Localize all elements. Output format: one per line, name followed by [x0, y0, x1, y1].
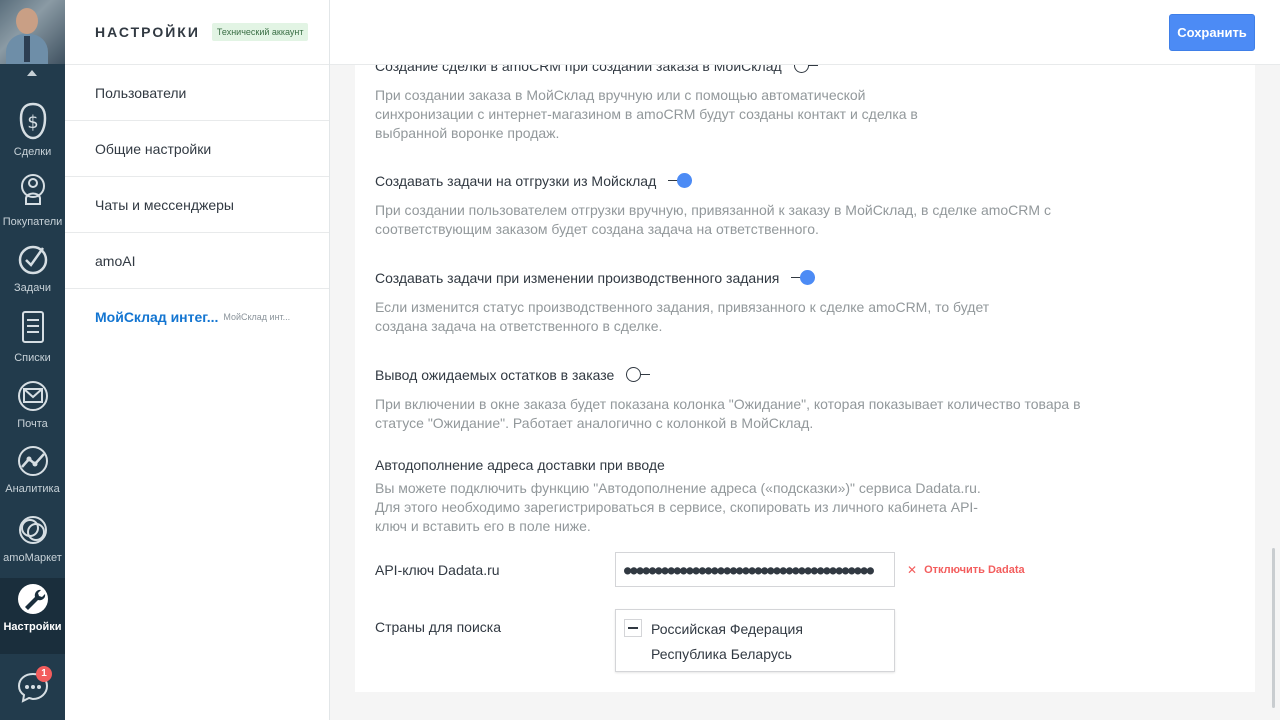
shipment-tasks-toggle[interactable] — [668, 173, 694, 189]
page-scrollbar[interactable] — [1272, 548, 1275, 708]
nav-item-lists[interactable]: Списки — [0, 308, 65, 374]
nav-item-analytics[interactable]: Аналитика — [0, 443, 65, 509]
sidebar-title: НАСТРОЙКИ — [95, 24, 200, 40]
nav-label-deals: Сделки — [13, 146, 52, 158]
nav-label-lists: Списки — [14, 352, 51, 364]
mail-icon — [17, 381, 48, 411]
setting-description: При создании заказа в МойСклад вручную и… — [375, 87, 918, 141]
country-option[interactable]: Республика Беларусь — [651, 646, 792, 662]
create-deal-toggle[interactable] — [793, 65, 820, 74]
nav-label-market: amoМаркет — [3, 552, 62, 564]
collapse-minus-icon[interactable] — [624, 619, 642, 637]
expected-stock-toggle[interactable] — [626, 367, 652, 383]
sidebar-item-label: Пользователи — [95, 84, 187, 101]
disconnect-dadata-link[interactable]: ✕ Отключить Dadata — [907, 563, 1025, 577]
api-key-label: API-ключ Dadata.ru — [375, 562, 500, 578]
settings-icon — [17, 584, 48, 614]
nav-item-settings[interactable]: Настройки — [0, 578, 65, 654]
production-tasks-toggle[interactable] — [791, 270, 817, 286]
nav-item-market[interactable]: amoМаркет — [0, 512, 65, 578]
nav-label-settings: Настройки — [3, 621, 62, 633]
integration-settings-panel: Создание сделки в amoCRM при создании за… — [355, 65, 1255, 692]
avatar-face — [16, 8, 38, 34]
svg-text:$: $ — [27, 112, 38, 133]
setting-tasks-on-production-change: Создавать задачи при изменении производс… — [375, 268, 1095, 336]
chat-badge: 1 — [36, 666, 52, 682]
top-bar: Сохранить — [330, 0, 1280, 65]
save-button[interactable]: Сохранить — [1169, 14, 1255, 51]
setting-expected-stock: Вывод ожидаемых остатков в заказе При вк… — [375, 365, 1095, 433]
sidebar-item-label: Чаты и мессенджеры — [95, 196, 234, 213]
sidebar-item-chats-messengers[interactable]: Чаты и мессенджеры — [65, 177, 329, 233]
lists-icon — [21, 311, 44, 343]
sidebar-item-label: amoAI — [95, 252, 136, 269]
nav-item-customers[interactable]: Покупатели — [0, 172, 65, 238]
avatar[interactable] — [0, 0, 65, 64]
avatar-tie — [24, 36, 30, 62]
setting-tasks-on-shipments: Создавать задачи на отгрузки из Мойсклад… — [375, 171, 1095, 239]
setting-address-autocomplete: Автодополнение адреса доставки при вводе… — [375, 455, 1095, 536]
nav-label-tasks: Задачи — [14, 282, 51, 294]
left-navigation: $ Сделки Покупатели Задачи Списки Почта … — [0, 0, 65, 720]
sidebar-item-label: Общие настройки — [95, 140, 212, 157]
analytics-icon — [17, 446, 48, 476]
search-countries-label: Страны для поиска — [375, 619, 501, 635]
settings-sidebar: НАСТРОЙКИ Технический аккаунт Пользовате… — [65, 0, 330, 720]
customers-icon — [20, 174, 45, 205]
nav-scroll-up-icon[interactable] — [27, 70, 37, 76]
setting-description: При включении в окне заказа будет показа… — [375, 396, 1081, 431]
market-icon — [18, 516, 47, 544]
sidebar-item-users[interactable]: Пользователи — [65, 65, 329, 121]
country-option[interactable]: Российская Федерация — [651, 621, 803, 637]
setting-description: Если изменится статус производственного … — [375, 299, 990, 334]
api-key-input[interactable] — [615, 552, 895, 587]
sidebar-item-general-settings[interactable]: Общие настройки — [65, 121, 329, 177]
setting-description: Вы можете подключить функцию "Автодополн… — [375, 480, 981, 534]
sidebar-item-amoai[interactable]: amoAI — [65, 233, 329, 289]
disconnect-dadata-label: Отключить Dadata — [924, 564, 1025, 576]
close-icon: ✕ — [907, 563, 918, 577]
setting-title: Создавать задачи при изменении производс… — [375, 270, 780, 286]
setting-title: Создание сделки в amoCRM при создании за… — [375, 65, 782, 74]
nav-label-customers: Покупатели — [2, 216, 63, 228]
setting-title: Создавать задачи на отгрузки из Мойсклад — [375, 173, 657, 189]
nav-label-analytics: Аналитика — [5, 483, 60, 495]
nav-item-mail[interactable]: Почта — [0, 378, 65, 444]
sidebar-item-moysklad-integration[interactable]: МойСклад интег... МойСклад инт... — [65, 289, 329, 345]
sidebar-item-sublabel: МойСклад инт... — [223, 312, 291, 322]
nav-item-tasks[interactable]: Задачи — [0, 242, 65, 308]
nav-label-mail: Почта — [17, 418, 48, 430]
tasks-icon — [18, 245, 47, 275]
countries-select[interactable]: Российская Федерация Республика Беларусь — [615, 609, 895, 672]
nav-item-deals[interactable]: $ Сделки — [0, 100, 65, 166]
sidebar-header: НАСТРОЙКИ Технический аккаунт — [65, 0, 329, 65]
setting-create-deal-on-order: Создание сделки в amoCRM при создании за… — [375, 65, 1095, 143]
setting-title: Вывод ожидаемых остатков в заказе — [375, 367, 615, 383]
setting-description: При создании пользователем отгрузки вруч… — [375, 202, 1051, 237]
sidebar-item-label: МойСклад интег... — [95, 309, 219, 325]
technical-account-badge: Технический аккаунт — [211, 23, 309, 41]
setting-title: Автодополнение адреса доставки при вводе — [375, 457, 665, 473]
dollar-icon: $ — [19, 102, 46, 140]
